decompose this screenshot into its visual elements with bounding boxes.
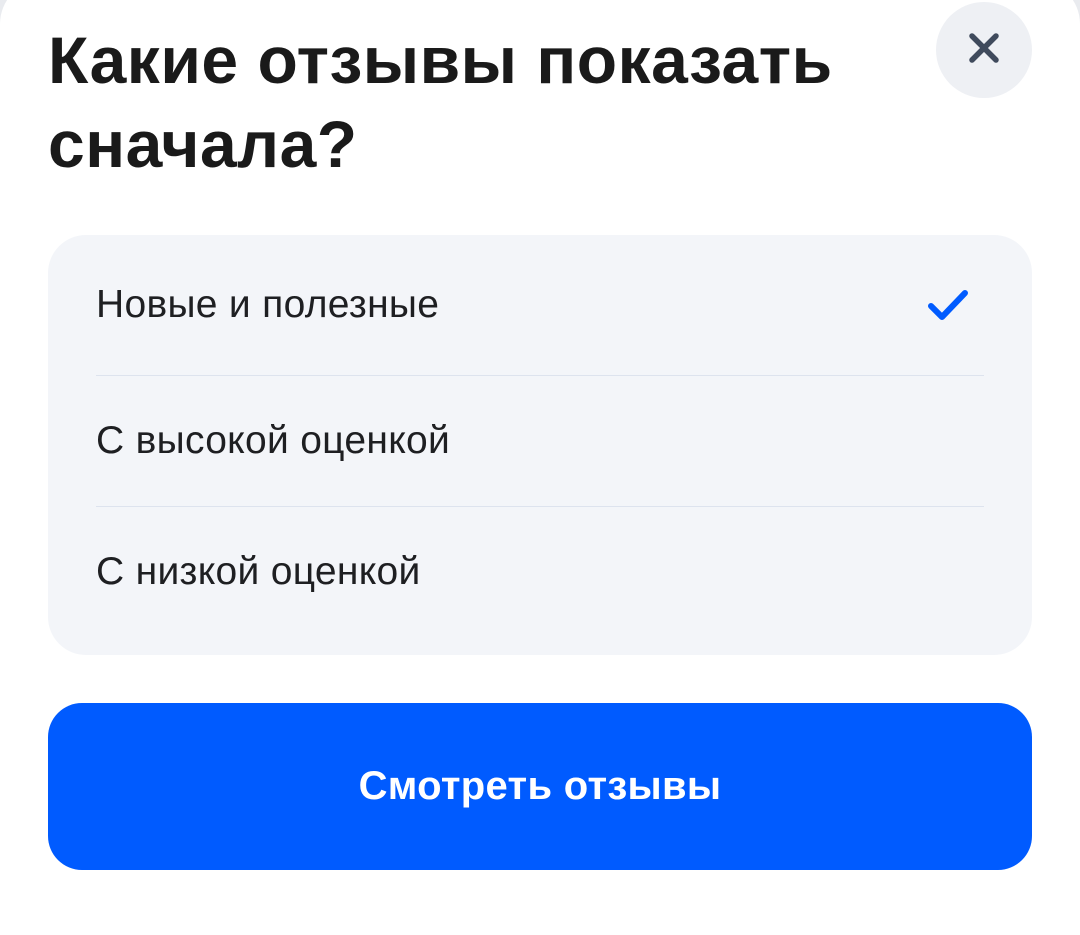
- bottom-sheet: Какие отзывы показать сначала? Новые и п…: [0, 0, 1080, 935]
- close-icon: [964, 28, 1004, 73]
- sort-option-label: Новые и полезные: [96, 283, 440, 326]
- sort-option-low-rating[interactable]: С низкой оценкой: [96, 506, 984, 637]
- close-button[interactable]: [936, 2, 1032, 98]
- sort-option-label: С низкой оценкой: [96, 550, 421, 593]
- sort-option-new-useful[interactable]: Новые и полезные: [96, 235, 984, 375]
- checkmark-icon: [924, 281, 972, 329]
- dialog-title: Какие отзывы показать сначала?: [48, 23, 833, 181]
- sort-option-high-rating[interactable]: С высокой оценкой: [96, 375, 984, 506]
- sort-options-list: Новые и полезные С высокой оценкой С низ…: [48, 235, 1032, 655]
- view-reviews-button[interactable]: Смотреть отзывы: [48, 703, 1032, 870]
- sort-option-label: С высокой оценкой: [96, 419, 451, 462]
